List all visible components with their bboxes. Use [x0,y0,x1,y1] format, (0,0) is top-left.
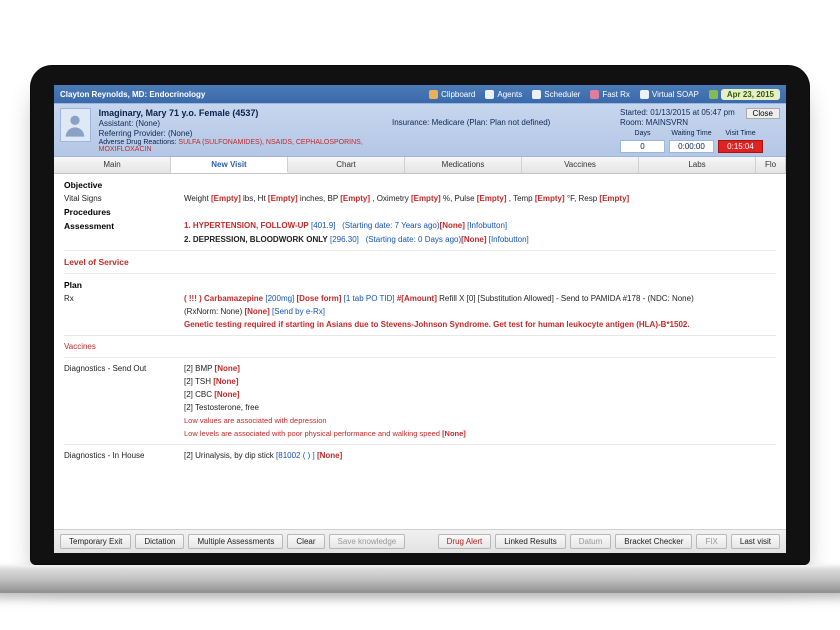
btn-multi-assess[interactable]: Multiple Assessments [188,534,283,549]
infobutton-1[interactable]: [Infobutton] [467,221,507,230]
rx-line-2[interactable]: (RxNorm: None) [None] [Send by e-Rx] [184,307,776,316]
button-bar: Temporary Exit Dictation Multiple Assess… [54,529,786,553]
timer-labels: Days Waiting Time Visit Time [620,130,780,137]
nav-virtualsoap[interactable]: Virtual SOAP [640,90,699,99]
tab-vaccines[interactable]: Vaccines [522,157,639,173]
btn-bracket-checker[interactable]: Bracket Checker [615,534,692,549]
dx-out-2[interactable]: [2] TSH [None] [184,377,776,386]
nav-agents[interactable]: Agents [485,90,522,99]
dx-out-1[interactable]: [2] BMP [None] [184,364,776,373]
dx-out-label: Diagnostics - Send Out [64,364,174,373]
btn-fix: FIX [696,534,726,549]
dx-in-1[interactable]: [2] Urinalysis, by dip stick [81002 ( ) … [184,451,776,460]
nav-scheduler[interactable]: Scheduler [532,90,580,99]
tab-flo[interactable]: Flo [756,157,786,173]
tab-chart[interactable]: Chart [288,157,405,173]
tab-labs[interactable]: Labs [639,157,756,173]
scheduler-icon [532,90,541,99]
virtualsoap-icon [640,90,649,99]
dx-out-note2: Low levels are associated with poor phys… [184,429,776,438]
btn-clear[interactable]: Clear [287,534,324,549]
rx-label: Rx [64,294,174,303]
adr-line: Adverse Drug Reactions: SULFA (SULFONAMI… [99,139,384,153]
btn-drug-alert[interactable]: Drug Alert [438,534,492,549]
vaccines-label: Vaccines [64,342,174,351]
visit-body: Objective Vital Signs Weight [Empty] lbs… [54,174,786,529]
tab-main[interactable]: Main [54,157,171,173]
room-line: Room: MAINSVRN [620,118,780,127]
dx-out-4[interactable]: [2] Testosterone, free [184,403,776,412]
dx-out-note1: Low values are associated with depressio… [184,416,776,425]
nav-date[interactable]: Apr 23, 2015 [709,89,780,100]
vitals-label: Vital Signs [64,194,174,203]
dx-out-3[interactable]: [2] CBC [None] [184,390,776,399]
vitals-value[interactable]: Weight [Empty] lbs, Ht [Empty] inches, B… [184,194,776,203]
nav-fastrx[interactable]: Fast Rx [590,90,630,99]
referring-line: Referring Provider: (None) [99,129,384,138]
patient-avatar [60,108,91,142]
person-icon [61,111,89,139]
insurance-line: Insurance: Medicare (Plan: Plan not defi… [392,118,612,127]
btn-linked-results[interactable]: Linked Results [495,534,565,549]
assessment-2[interactable]: 2. DEPRESSION, BLOODWORK ONLY [296.30] (… [184,235,776,244]
btn-dictation[interactable]: Dictation [135,534,184,549]
rx-warning: Genetic testing required if starting in … [184,320,776,329]
laptop-frame: Clayton Reynolds, MD: Endocrinology Clip… [30,65,810,565]
sec-los: Level of Service [64,257,174,267]
days-box: 0 [620,140,665,153]
app-title: Clayton Reynolds, MD: Endocrinology [60,90,205,99]
patient-banner: Close Imaginary, Mary 71 y.o. Female (45… [54,103,786,157]
sec-assessment: Assessment [64,221,174,231]
titlebar: Clayton Reynolds, MD: Endocrinology Clip… [54,85,786,103]
assessment-1[interactable]: 1. HYPERTENSION, FOLLOW-UP [401.9] (Star… [184,221,776,231]
visit-time-box: 0:15:04 [718,140,763,153]
clipboard-icon [429,90,438,99]
infobutton-2[interactable]: [Infobutton] [489,235,529,244]
tab-new-visit[interactable]: New Visit [171,157,288,173]
assistant-line: Assistant: (None) [99,119,384,128]
sec-objective: Objective [64,180,174,190]
dx-in-label: Diagnostics - In House [64,451,174,460]
agents-icon [485,90,494,99]
patient-name: Imaginary, Mary 71 y.o. Female (4537) [99,108,384,118]
date-icon [709,90,718,99]
app-screen: Clayton Reynolds, MD: Endocrinology Clip… [54,85,786,553]
close-button[interactable]: Close [746,108,780,119]
banner-mid: Insurance: Medicare (Plan: Plan not defi… [392,108,612,153]
rx-line[interactable]: ( !!! ) Carbamazepine [200mg] [Dose form… [184,294,776,303]
sec-plan: Plan [64,280,174,290]
fastrx-icon [590,90,599,99]
waiting-time-box: 0:00:00 [669,140,714,153]
tab-medications[interactable]: Medications [405,157,522,173]
btn-datum: Datum [570,534,612,549]
btn-temp-exit[interactable]: Temporary Exit [60,534,131,549]
tab-strip: Main New Visit Chart Medications Vaccine… [54,157,786,174]
btn-last-visit[interactable]: Last visit [731,534,780,549]
btn-save-knowledge: Save knowledge [329,534,406,549]
timer-values: 0 0:00:00 0:15:04 [620,140,780,153]
banner-left: Imaginary, Mary 71 y.o. Female (4537) As… [99,108,384,153]
nav-clipboard[interactable]: Clipboard [429,90,475,99]
sec-procedures: Procedures [64,207,174,217]
